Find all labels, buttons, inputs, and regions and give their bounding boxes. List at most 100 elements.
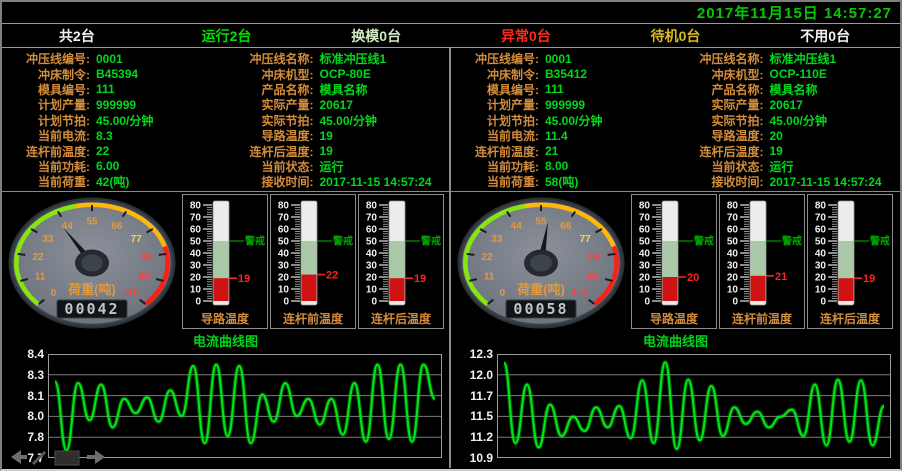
svg-text:0: 0	[732, 297, 738, 308]
thermometer-value: 19	[414, 273, 426, 285]
gauge-digital-display: 00042	[64, 300, 119, 318]
thermometers: 01020304050607080警戒20导路温度010203040506070…	[631, 194, 893, 329]
info-row: 产品名称:模具名称	[676, 82, 901, 97]
thermometer-value: 19	[863, 273, 875, 285]
svg-text:20: 20	[278, 273, 290, 284]
info-value: 0001	[545, 52, 572, 66]
svg-text:30: 30	[639, 261, 651, 272]
svg-text:70: 70	[727, 213, 739, 224]
info-value: 8.00	[545, 159, 568, 173]
warning-threshold-label: 警戒	[420, 235, 441, 248]
thermometer-value: 19	[238, 273, 250, 285]
bottom-toolbar	[5, 447, 109, 467]
warning-threshold-label: 警戒	[781, 235, 802, 248]
gauge-digital-display: 00058	[513, 300, 568, 318]
svg-text:11: 11	[484, 271, 495, 282]
machine-info: 冲压线编号:0001冲床制令:B45394模具编号:111计划产量:999999…	[2, 48, 449, 192]
y-axis-label: 11.2	[451, 430, 493, 444]
info-row: 接收时间:2017-11-15 14:57:24	[676, 174, 901, 189]
info-row: 当前荷重:58(吨)	[451, 174, 676, 189]
svg-text:99: 99	[587, 271, 599, 282]
svg-text:88: 88	[140, 252, 152, 263]
svg-text:30: 30	[815, 261, 827, 272]
gauge-unit-label: 荷重(吨)	[67, 282, 116, 297]
info-value: B45394	[96, 67, 138, 81]
svg-text:80: 80	[815, 201, 827, 212]
machine-panel-2: 冲压线编号:0001冲床制令:B35412模具编号:111计划产量:999999…	[451, 48, 900, 468]
pencil-icon[interactable]	[33, 452, 45, 464]
info-row: 连杆后温度:19	[676, 143, 901, 158]
nav-back-icon[interactable]	[11, 450, 27, 464]
svg-text:30: 30	[278, 261, 290, 272]
info-value: 20	[770, 129, 783, 143]
info-column-left: 冲压线编号:0001冲床制令:B35412模具编号:111计划产量:999999…	[451, 51, 676, 191]
warning-threshold-label: 警戒	[869, 235, 890, 248]
info-value: 22	[96, 144, 109, 158]
svg-text:60: 60	[639, 225, 651, 236]
svg-text:40: 40	[815, 249, 827, 260]
info-row: 当前功耗:6.00	[2, 159, 226, 174]
thermometer-label: 连杆后温度	[371, 310, 431, 327]
svg-text:60: 60	[815, 225, 827, 236]
info-value: 运行	[320, 158, 344, 175]
chart-plot	[48, 354, 442, 458]
thermometer: 01020304050607080警戒19	[359, 195, 443, 309]
info-label: 当前荷重:	[451, 173, 539, 190]
warning-threshold-label: 警戒	[332, 235, 353, 248]
status-tab-1[interactable]: 运行2台	[152, 26, 302, 46]
thermometer: 01020304050607080警戒22	[271, 195, 355, 309]
svg-text:22: 22	[482, 252, 494, 263]
thermometer: 01020304050607080警戒21	[720, 195, 804, 309]
status-tab-4[interactable]: 待机0台	[601, 26, 751, 46]
svg-text:50: 50	[190, 237, 202, 248]
info-value: 19	[320, 129, 333, 143]
svg-text:70: 70	[366, 213, 378, 224]
svg-text:30: 30	[190, 261, 202, 272]
info-label: 当前荷重:	[2, 173, 90, 190]
svg-text:0: 0	[51, 288, 57, 299]
thermometer: 01020304050607080警戒19	[183, 195, 267, 309]
svg-text:0: 0	[820, 297, 826, 308]
info-value: 模具名称	[320, 81, 368, 98]
thermometer-label: 连杆前温度	[732, 310, 792, 327]
svg-text:88: 88	[589, 252, 601, 263]
svg-text:20: 20	[639, 273, 651, 284]
clock-datetime: 2017年11月15日 14:57:27	[697, 2, 892, 23]
info-row: 冲压线名称:标准冲压线1	[226, 51, 450, 66]
svg-text:60: 60	[366, 225, 378, 236]
page-box-icon[interactable]	[55, 451, 79, 465]
load-gauge: 0112233445566778899110荷重(吨)00042	[4, 193, 180, 333]
svg-text:80: 80	[639, 201, 651, 212]
main-content: 冲压线编号:0001冲床制令:B45394模具编号:111计划产量:999999…	[2, 48, 900, 468]
info-row: 冲压线编号:0001	[451, 51, 676, 66]
svg-text:110: 110	[572, 288, 589, 299]
svg-text:20: 20	[190, 273, 202, 284]
info-row: 计划节拍:45.00/分钟	[2, 113, 226, 128]
thermometer-value: 22	[326, 270, 338, 282]
chart-plot	[497, 354, 891, 458]
svg-text:70: 70	[815, 213, 827, 224]
info-row: 连杆前温度:21	[451, 143, 676, 158]
thermometer-value: 21	[775, 271, 787, 283]
status-tab-0[interactable]: 共2台	[2, 26, 152, 46]
svg-text:55: 55	[86, 217, 98, 228]
nav-forward-icon[interactable]	[87, 450, 105, 464]
gauge-unit-label: 荷重(吨)	[516, 282, 565, 297]
svg-text:50: 50	[278, 237, 290, 248]
svg-text:40: 40	[639, 249, 651, 260]
svg-text:10: 10	[278, 285, 290, 296]
hmi-dashboard: 2017年11月15日 14:57:27 共2台运行2台换模0台异常0台待机0台…	[0, 0, 902, 471]
thermometers: 01020304050607080警戒19导路温度010203040506070…	[182, 194, 444, 329]
info-row: 当前电流:11.4	[451, 128, 676, 143]
top-bar: 2017年11月15日 14:57:27	[2, 2, 900, 24]
info-row: 冲压线编号:0001	[2, 51, 226, 66]
info-row: 模具编号:111	[2, 82, 226, 97]
status-tab-3[interactable]: 异常0台	[451, 26, 601, 46]
thermometer-value: 20	[687, 272, 699, 284]
status-tab-5[interactable]: 不用0台	[750, 26, 900, 46]
y-axis-label: 12.3	[451, 347, 493, 361]
status-tab-2[interactable]: 换模0台	[301, 26, 451, 46]
info-row: 当前荷重:42(吨)	[2, 174, 226, 189]
svg-text:10: 10	[190, 285, 202, 296]
info-row: 计划产量:999999	[2, 97, 226, 112]
